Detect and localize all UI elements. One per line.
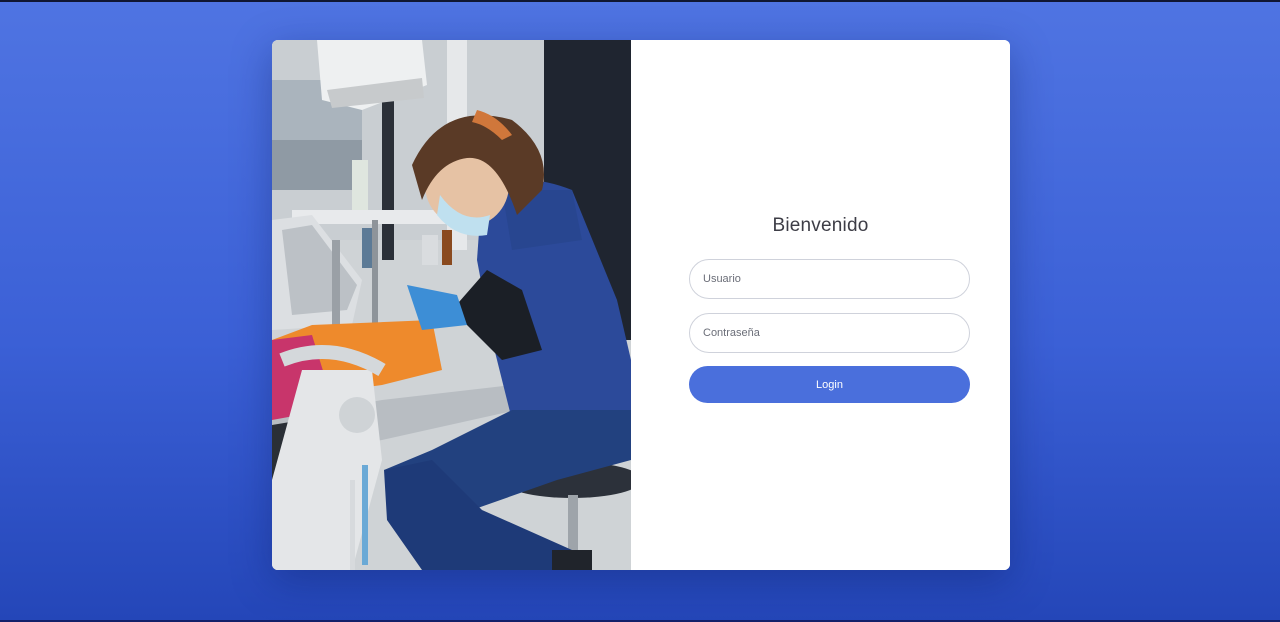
login-card: Bienvenido Login: [272, 40, 1010, 570]
password-input[interactable]: [689, 313, 970, 353]
username-input[interactable]: [689, 259, 970, 299]
login-button[interactable]: Login: [689, 366, 970, 403]
dental-clinic-photo: [272, 40, 631, 570]
window-top-edge: [0, 0, 1280, 2]
login-form-panel: Bienvenido Login: [631, 40, 1010, 570]
welcome-title: Bienvenido: [772, 215, 869, 236]
